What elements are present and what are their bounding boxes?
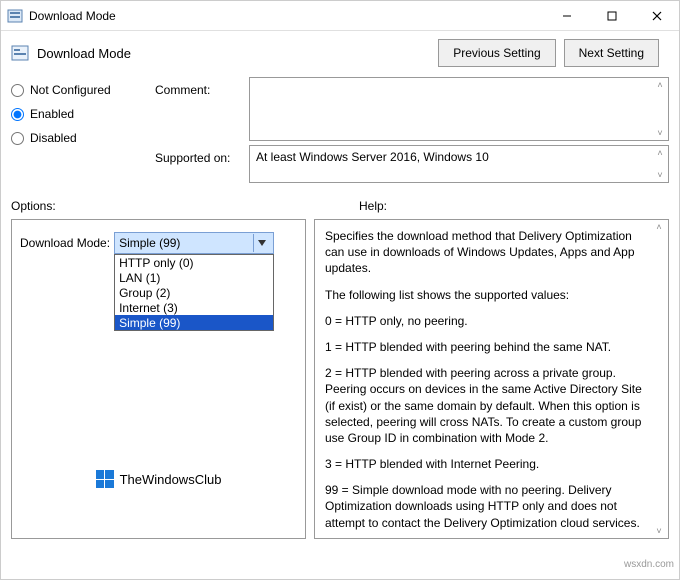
dd-item-http-only[interactable]: HTTP only (0) [115, 255, 273, 270]
help-p2: The following list shows the supported v… [325, 287, 646, 303]
policy-icon [11, 44, 29, 62]
help-p1: Specifies the download method that Deliv… [325, 228, 646, 277]
dd-item-lan[interactable]: LAN (1) [115, 270, 273, 285]
supported-field: At least Windows Server 2016, Windows 10… [249, 145, 669, 183]
download-mode-combo[interactable]: Simple (99) [114, 232, 274, 254]
section-labels: Options: Help: [1, 189, 679, 219]
help-p4: 1 = HTTP blended with peering behind the… [325, 339, 646, 355]
options-panel: Download Mode: Simple (99) HTTP only (0)… [11, 219, 306, 539]
help-label: Help: [359, 199, 387, 213]
brand-text: TheWindowsClub [120, 472, 222, 487]
radio-enabled-label: Enabled [30, 107, 74, 121]
radio-not-configured-label: Not Configured [30, 83, 111, 97]
comment-label: Comment: [155, 77, 245, 141]
radio-enabled-input[interactable] [11, 108, 24, 121]
watermark: wsxdn.com [624, 559, 674, 570]
radio-disabled-input[interactable] [11, 132, 24, 145]
help-p3: 0 = HTTP only, no peering. [325, 313, 646, 329]
minimize-button[interactable] [544, 1, 589, 31]
windows-logo-icon [96, 470, 114, 488]
comment-field[interactable]: ˄ ˅ [249, 77, 669, 141]
state-radios: Not Configured Enabled Disabled [11, 77, 151, 183]
radio-disabled-label: Disabled [30, 131, 77, 145]
next-setting-button[interactable]: Next Setting [564, 39, 659, 67]
panels: Download Mode: Simple (99) HTTP only (0)… [1, 219, 679, 549]
header: Download Mode Previous Setting Next Sett… [1, 31, 679, 75]
help-panel: Specifies the download method that Deliv… [314, 219, 669, 539]
help-p7: 99 = Simple download mode with no peerin… [325, 482, 646, 531]
window-title: Download Mode [29, 9, 544, 23]
comment-scrollbar[interactable]: ˄ ˅ [654, 80, 666, 138]
options-label: Options: [11, 199, 351, 213]
radio-enabled[interactable]: Enabled [11, 107, 151, 121]
supported-label: Supported on: [155, 145, 245, 183]
supported-scrollbar[interactable]: ˄ ˅ [654, 148, 666, 180]
policy-state-grid: Not Configured Enabled Disabled Comment:… [1, 75, 679, 189]
help-scrollbar[interactable]: ˄ ˅ [652, 222, 666, 536]
help-p5: 2 = HTTP blended with peering across a p… [325, 365, 646, 446]
page-title: Download Mode [37, 46, 430, 61]
maximize-button[interactable] [589, 1, 634, 31]
chevron-down-icon[interactable]: ˅ [654, 170, 666, 180]
close-button[interactable] [634, 1, 679, 31]
radio-disabled[interactable]: Disabled [11, 131, 151, 145]
titlebar: Download Mode [1, 1, 679, 31]
supported-value: At least Windows Server 2016, Windows 10 [256, 150, 489, 164]
dropdown-button[interactable] [253, 234, 269, 252]
previous-setting-button[interactable]: Previous Setting [438, 39, 555, 67]
radio-not-configured-input[interactable] [11, 84, 24, 97]
dd-item-simple[interactable]: Simple (99) [115, 315, 273, 330]
app-icon [7, 8, 23, 24]
help-p6: 3 = HTTP blended with Internet Peering. [325, 456, 646, 472]
chevron-down-icon[interactable]: ˅ [652, 526, 666, 536]
chevron-down-icon [258, 240, 266, 246]
chevron-up-icon[interactable]: ˄ [652, 222, 666, 232]
help-text: Specifies the download method that Deliv… [325, 228, 646, 531]
dd-item-group[interactable]: Group (2) [115, 285, 273, 300]
download-mode-dropdown[interactable]: HTTP only (0) LAN (1) Group (2) Internet… [114, 254, 274, 331]
chevron-down-icon[interactable]: ˅ [654, 128, 666, 138]
download-mode-label: Download Mode: [20, 236, 110, 250]
chevron-up-icon[interactable]: ˄ [654, 148, 666, 158]
window-controls [544, 1, 679, 31]
brand: TheWindowsClub [12, 470, 305, 488]
dd-item-internet[interactable]: Internet (3) [115, 300, 273, 315]
radio-not-configured[interactable]: Not Configured [11, 83, 151, 97]
download-mode-selected: Simple (99) [119, 236, 253, 250]
chevron-up-icon[interactable]: ˄ [654, 80, 666, 90]
